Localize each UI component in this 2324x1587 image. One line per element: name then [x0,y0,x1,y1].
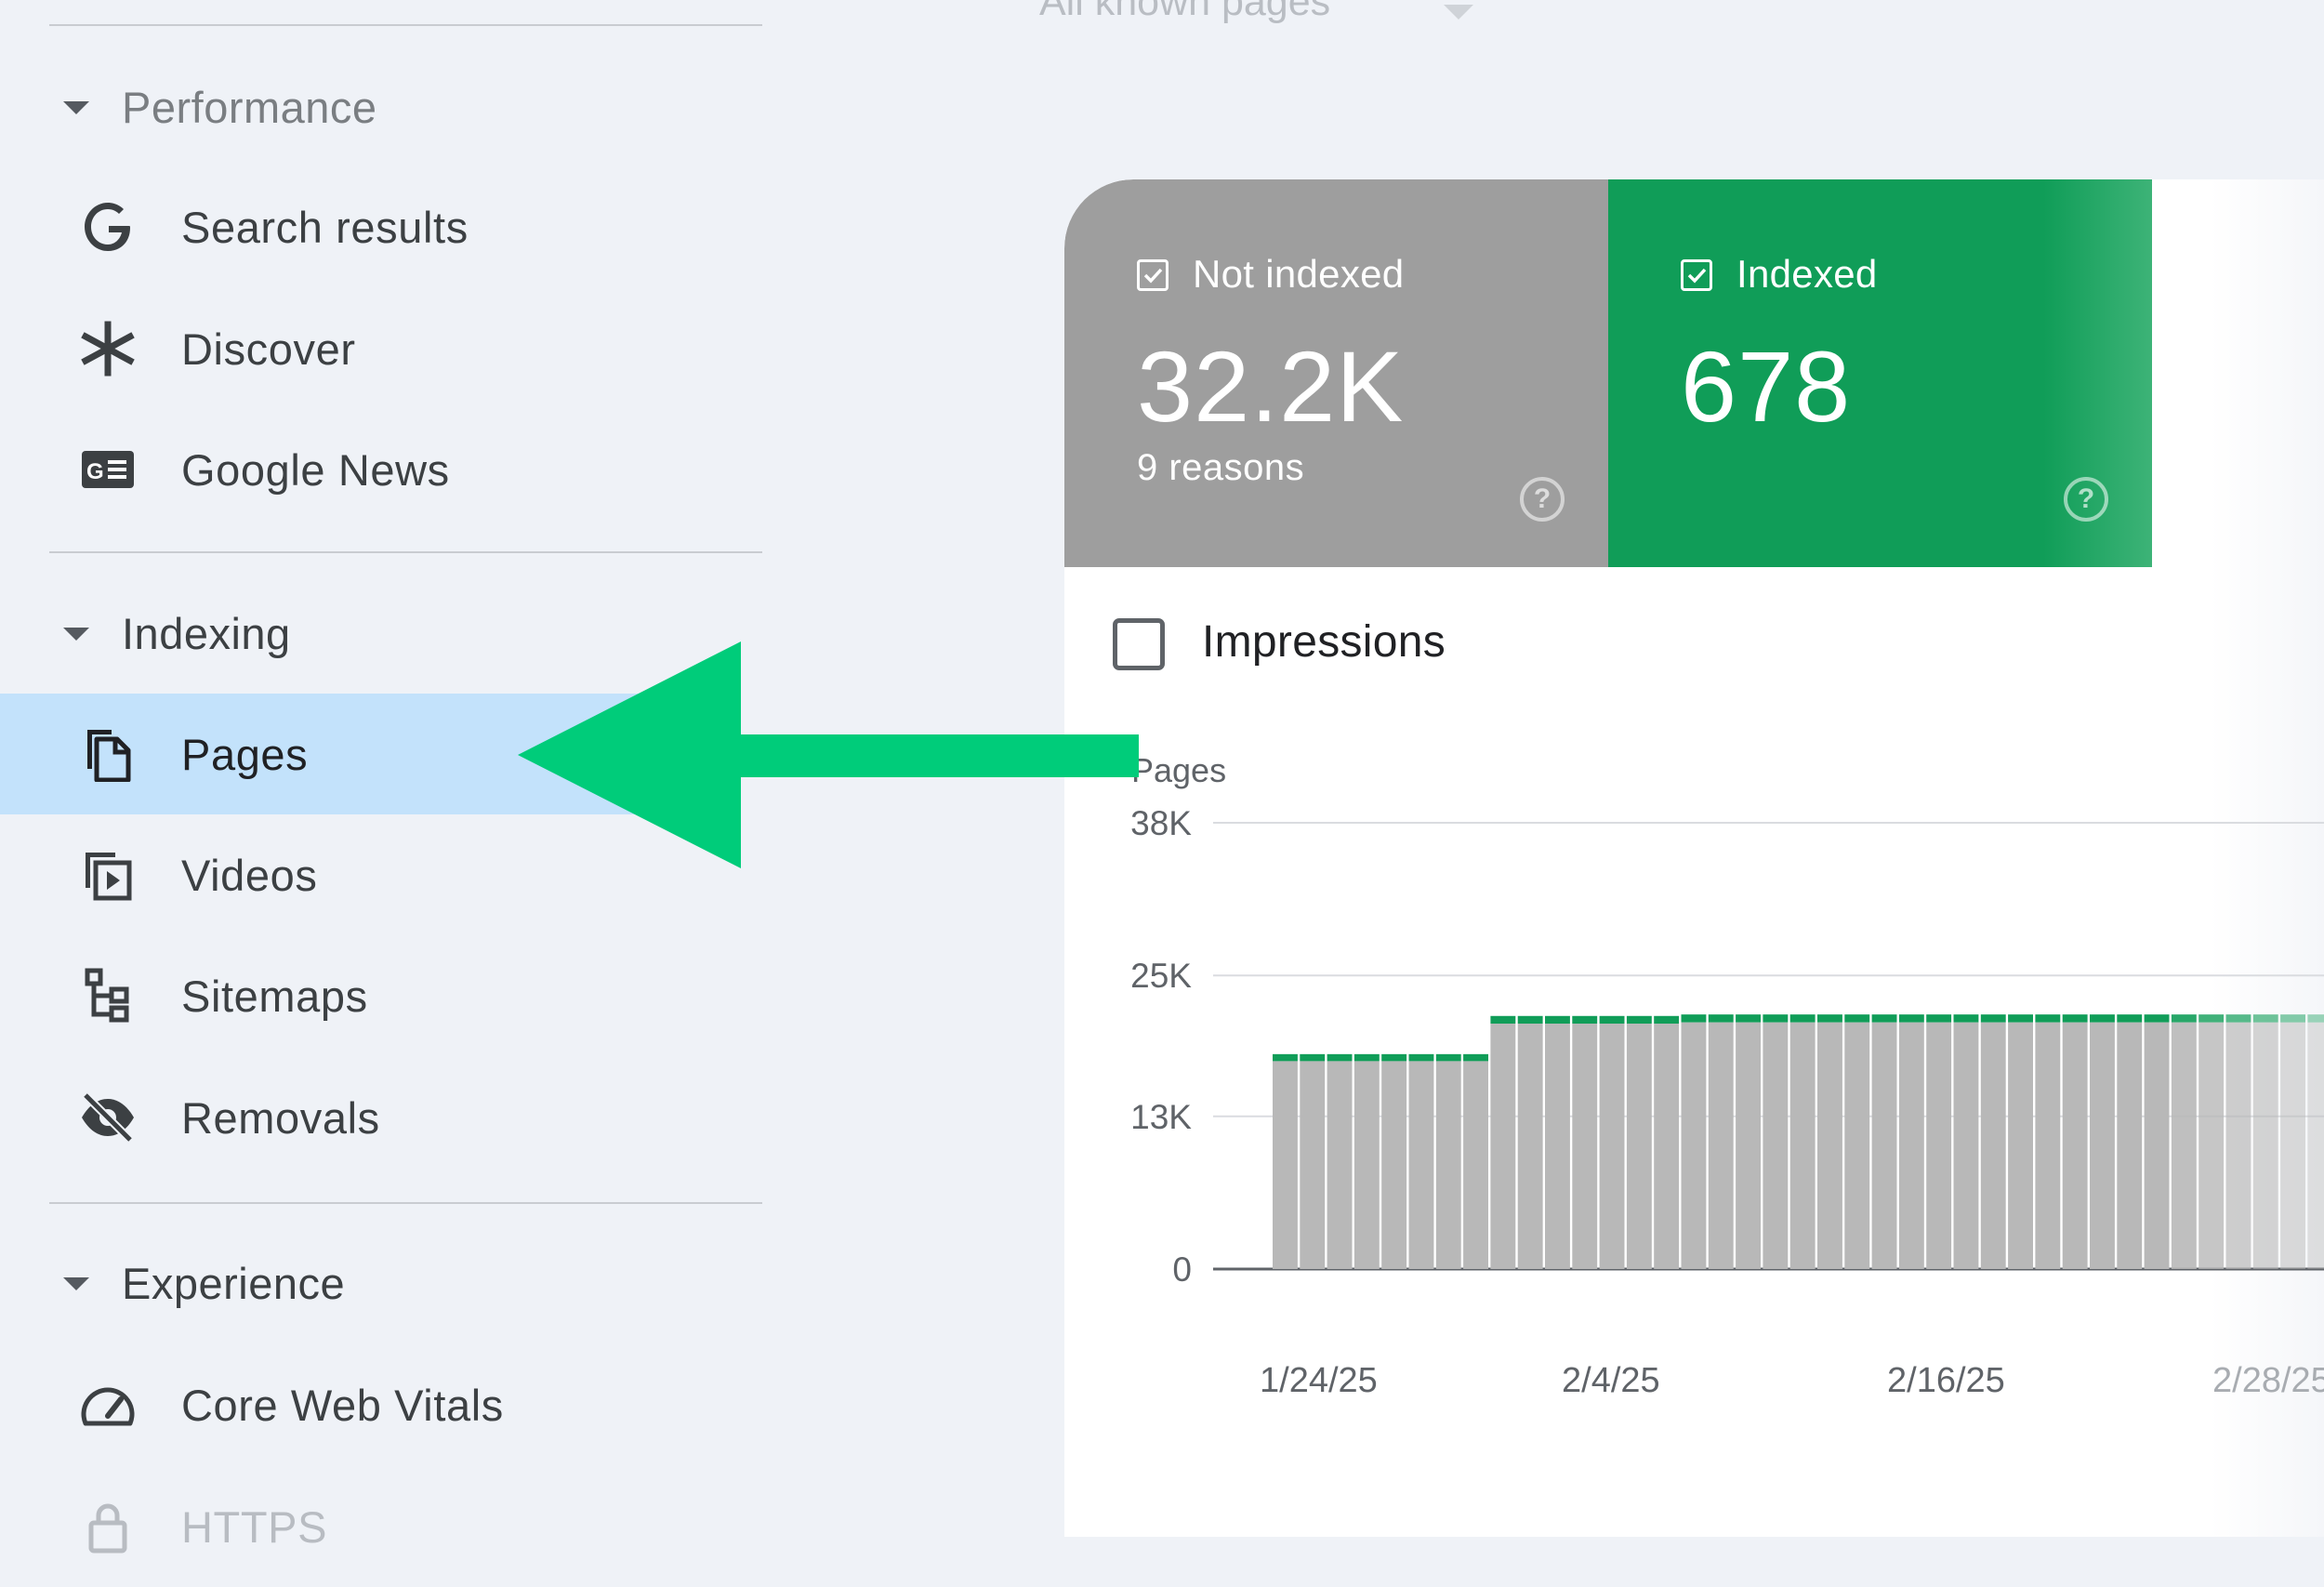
annotation-arrow-icon [518,641,1139,868]
